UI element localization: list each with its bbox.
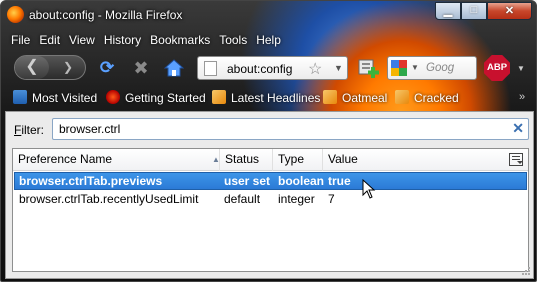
title-bar[interactable]: about:config - Mozilla Firefox ▁ □ ✕ [1, 1, 536, 29]
menu-bar: File Edit View History Bookmarks Tools H… [11, 33, 281, 51]
menu-file[interactable]: File [11, 33, 30, 51]
bookmark-oatmeal[interactable]: Oatmeal [323, 90, 387, 106]
menu-help[interactable]: Help [256, 33, 281, 51]
bookmark-label: Latest Headlines [231, 91, 321, 105]
addon-icon[interactable] [358, 57, 380, 79]
bookmarks-overflow-icon[interactable]: » [519, 91, 525, 103]
menu-view[interactable]: View [69, 33, 95, 51]
column-type[interactable]: Type [273, 149, 323, 171]
menu-edit[interactable]: Edit [39, 33, 60, 51]
back-arrow-icon: ❮ [25, 58, 39, 75]
table-header: Preference Name ▲ Status Type Value [13, 149, 528, 171]
bookmarks-toolbar: Most Visited Getting Started Latest Head… [1, 87, 536, 109]
url-dropdown-icon[interactable]: ▼ [334, 63, 343, 73]
home-icon[interactable] [164, 58, 184, 78]
bookmark-getting-started[interactable]: Getting Started [106, 90, 206, 106]
folder-icon [13, 90, 27, 104]
cell-status: default [224, 192, 261, 206]
filter-value: browser.ctrl [59, 122, 121, 136]
mouse-cursor-icon [362, 178, 376, 203]
firefox-logo-icon [7, 6, 24, 23]
cell-value: 7 [328, 192, 335, 206]
cell-type: boolean [278, 174, 325, 188]
table-row[interactable]: browser.ctrlTab.previews user set boolea… [14, 172, 527, 190]
cell-value: true [328, 174, 351, 188]
forward-arrow-icon: ❯ [62, 60, 74, 74]
table-row[interactable]: browser.ctrlTab.recentlyUsedLimit defaul… [14, 190, 527, 208]
cell-status: user set [224, 174, 271, 188]
column-status[interactable]: Status [220, 149, 273, 171]
bookmark-label: Cracked [414, 91, 459, 105]
adblock-plus-icon[interactable]: ABP [484, 55, 510, 81]
search-bar[interactable]: ▼ Goog [387, 56, 477, 80]
menu-bookmarks[interactable]: Bookmarks [150, 33, 210, 51]
adblock-dropdown-icon[interactable]: ▼ [517, 64, 525, 73]
cell-preference-name: browser.ctrlTab.previews [19, 174, 163, 188]
rss-feed-icon [323, 90, 337, 104]
close-button[interactable]: ✕ [487, 2, 532, 20]
bookmark-most-visited[interactable]: Most Visited [13, 90, 97, 106]
window-title: about:config - Mozilla Firefox [29, 8, 183, 22]
minimize-icon: ▁ [443, 5, 453, 17]
cell-preference-name: browser.ctrlTab.recentlyUsedLimit [19, 192, 199, 206]
clear-filter-icon[interactable]: ✕ [512, 120, 524, 137]
column-value[interactable]: Value [323, 149, 503, 171]
search-engine-dropdown-icon[interactable]: ▼ [411, 63, 419, 72]
rss-feed-icon [212, 90, 226, 104]
navigation-toolbar: ❮ ❯ ⟳ ✖ about:config ☆ ▼ ▼ Goog ABP ▼ [1, 51, 536, 85]
sort-ascending-icon: ▲ [212, 155, 220, 164]
menu-history[interactable]: History [104, 33, 141, 51]
bookmark-star-icon[interactable]: ☆ [308, 59, 322, 79]
url-text: about:config [227, 62, 293, 76]
minimize-button[interactable]: ▁ [435, 2, 461, 20]
filter-label: Filter: [14, 123, 45, 137]
forward-button[interactable]: ❯ [57, 58, 79, 77]
about-config-page: Filter: browser.ctrl ✕ Preference Name ▲… [5, 111, 534, 279]
browser-window: about:config - Mozilla Firefox ▁ □ ✕ Fil… [0, 0, 537, 282]
preferences-table[interactable]: Preference Name ▲ Status Type Value brow… [12, 148, 529, 272]
rss-feed-icon [395, 90, 409, 104]
stop-icon[interactable]: ✖ [131, 58, 151, 78]
reload-icon[interactable]: ⟳ [97, 58, 117, 78]
maximize-button[interactable]: □ [461, 2, 487, 20]
column-picker-icon[interactable] [509, 153, 523, 166]
page-icon [204, 61, 217, 76]
google-icon[interactable] [391, 60, 407, 76]
back-forward-group: ❮ ❯ [14, 55, 86, 80]
url-bar[interactable]: about:config ☆ ▼ [197, 56, 348, 80]
bookmark-latest-headlines[interactable]: Latest Headlines [212, 90, 320, 106]
close-icon: ✕ [504, 5, 515, 17]
maximize-icon: □ [470, 4, 478, 16]
bookmark-cracked[interactable]: Cracked [395, 90, 459, 106]
search-input[interactable]: Goog [426, 62, 454, 74]
bookmark-label: Getting Started [125, 91, 206, 105]
bookmark-label: Most Visited [32, 91, 98, 105]
bookmark-label: Oatmeal [342, 91, 388, 105]
menu-tools[interactable]: Tools [219, 33, 247, 51]
cell-type: integer [278, 192, 315, 206]
resize-grip-icon[interactable] [521, 265, 531, 275]
firefox-bookmark-icon [106, 90, 120, 104]
filter-input[interactable]: browser.ctrl ✕ [52, 118, 529, 140]
column-preference-name[interactable]: Preference Name [13, 149, 220, 171]
back-button[interactable]: ❮ [15, 56, 49, 79]
